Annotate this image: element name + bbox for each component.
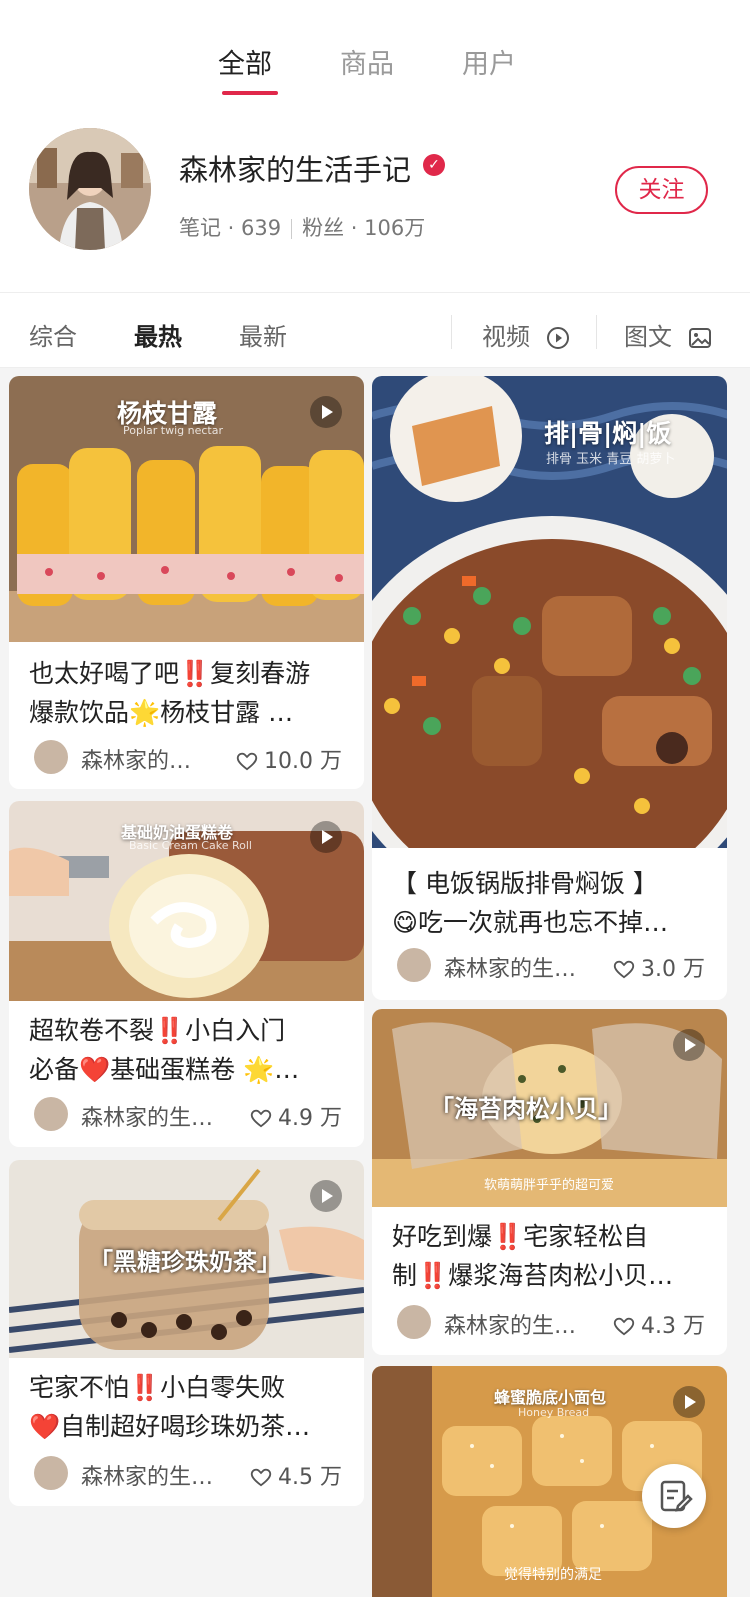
author-avatar[interactable] [397,948,431,982]
active-tab-indicator [222,91,278,95]
note-title-line: 宅家不怕‼️小白零失败 [29,1373,286,1402]
note-title-line: 制‼️爆浆海苔肉松小贝… [392,1261,674,1290]
author-avatar[interactable] [397,1305,431,1339]
note-title-line: 必备❤️基础蛋糕卷 🌟… [29,1055,300,1084]
like-count[interactable]: 3.0 万 [613,951,705,983]
filter-image-text-label: 图文 [624,323,672,351]
heart-icon [250,1109,272,1128]
note-title: 好吃到爆‼️宅家轻松自 制‼️爆浆海苔肉松小贝… [392,1217,711,1295]
filter-hot[interactable]: 最热 [134,317,182,352]
tab-all[interactable]: 全部 [205,42,285,81]
note-title-line: 好吃到爆‼️宅家轻松自 [392,1222,649,1251]
heart-icon [613,960,635,979]
filter-image-text[interactable]: 图文 [624,317,712,352]
note-title-line: 😋吃一次就再也忘不掉… [392,908,669,937]
video-play-icon [673,1029,705,1061]
cover-title: 排|骨|焖|饭 [544,419,672,448]
author-name[interactable]: 森林家的… [81,743,191,775]
note-title-line: 爆款饮品🌟杨枝甘露 … [29,698,294,727]
cover-subtitle: Honey Bread [518,1406,590,1419]
note-meta: 森林家的生… 4.3 万 [392,1305,711,1341]
cover-caption: 觉得特别的满足 [504,1567,602,1583]
note-card[interactable]: 基础奶油蛋糕卷 Basic Cream Cake Roll 超软卷不裂‼️小白入… [9,801,364,1147]
like-count[interactable]: 10.0 万 [236,743,342,775]
search-header: 全部 商品 用户 森林家的生活手记 ✓ 笔记 · 639 粉丝 · 106万 关注 [0,0,750,292]
like-count-value: 10.0 万 [264,749,342,774]
cover-subtitle: Basic Cream Cake Roll [129,839,252,852]
filter-divider [596,315,597,349]
user-avatar[interactable] [29,128,151,250]
note-title-line: 【 电饭锅版排骨焖饭 】 [392,869,658,898]
filter-divider [451,315,452,349]
image-icon [688,328,711,348]
video-play-icon [310,821,342,853]
heart-icon [236,752,258,771]
author-avatar[interactable] [34,1097,68,1131]
author-avatar[interactable] [34,1456,68,1490]
note-title-line: 超软卷不裂‼️小白入门 [29,1016,286,1045]
heart-icon [250,1468,272,1487]
verified-badge-icon: ✓ [423,154,445,176]
note-meta: 森林家的生… 4.9 万 [29,1097,348,1133]
notes-count: 笔记 · 639 [179,216,282,240]
video-play-icon [310,396,342,428]
fans-count: 粉丝 · 106万 [302,216,426,240]
cover-title: 蜂蜜脆底小面包 [494,1388,607,1407]
note-card[interactable]: 「黑糖珍珠奶茶」 宅家不怕‼️小白零失败 ❤️自制超好喝珍珠奶茶… 森林家的生…… [9,1160,364,1506]
note-meta: 森林家的生… 4.5 万 [29,1456,348,1492]
filter-latest[interactable]: 最新 [239,317,287,352]
note-title: 超软卷不裂‼️小白入门 必备❤️基础蛋糕卷 🌟… [29,1011,348,1089]
note-card[interactable]: 「海苔肉松小贝」 软萌萌胖乎乎的超可爱 好吃到爆‼️宅家轻松自 制‼️爆浆海苔肉… [372,1009,727,1355]
like-count[interactable]: 4.5 万 [250,1459,342,1491]
author-name[interactable]: 森林家的生… [81,1100,213,1132]
follow-button[interactable]: 关注 [615,166,708,214]
note-title: 宅家不怕‼️小白零失败 ❤️自制超好喝珍珠奶茶… [29,1368,348,1446]
stats-divider [291,219,293,239]
filter-video-label: 视频 [482,323,530,351]
note-meta: 森林家的生… 3.0 万 [392,948,711,984]
heart-icon [613,1317,635,1336]
like-count-value: 4.9 万 [278,1106,342,1131]
note-title: 也太好喝了吧‼️复刻春游 爆款饮品🌟杨枝甘露 … [29,654,348,732]
filter-overall[interactable]: 综合 [29,317,77,352]
video-play-icon [673,1386,705,1418]
tab-goods[interactable]: 商品 [327,42,407,81]
note-title-line: 也太好喝了吧‼️复刻春游 [29,659,311,688]
user-name[interactable]: 森林家的生活手记 [179,147,411,189]
like-count-value: 3.0 万 [641,957,705,982]
note-card[interactable]: 排|骨|焖|饭 排骨 玉米 青豆 胡萝卜 【 电饭锅版排骨焖饭 】 😋吃一次就再… [372,376,727,1000]
cover-subtitle: 软萌萌胖乎乎的超可爱 [484,1178,615,1193]
tab-users[interactable]: 用户 [449,42,529,81]
compose-note-button[interactable] [642,1464,706,1528]
like-count-value: 4.3 万 [641,1314,705,1339]
sort-filter-bar: 综合 最热 最新 视频 图文 [0,292,750,368]
cover-title: 「海苔肉松小贝」 [430,1095,622,1123]
cover-subtitle: 排骨 玉米 青豆 胡萝卜 [546,452,676,467]
cover-title: 「黑糖珍珠奶茶」 [89,1248,281,1276]
user-stats: 笔记 · 639 粉丝 · 106万 [179,212,425,242]
note-card[interactable]: 杨枝甘露 Poplar twig nectar 也太好喝了吧‼️复刻春游 爆款饮… [9,376,364,789]
author-name[interactable]: 森林家的生… [444,1308,576,1340]
like-count[interactable]: 4.9 万 [250,1100,342,1132]
note-title: 【 电饭锅版排骨焖饭 】 😋吃一次就再也忘不掉… [392,864,711,942]
edit-note-icon [660,1480,693,1512]
search-tabs: 全部 商品 用户 [0,42,750,98]
play-circle-icon [546,327,569,349]
like-count[interactable]: 4.3 万 [613,1308,705,1340]
filter-video[interactable]: 视频 [482,317,570,352]
video-play-icon [310,1180,342,1212]
like-count-value: 4.5 万 [278,1465,342,1490]
author-name[interactable]: 森林家的生… [81,1459,213,1491]
cover-subtitle: Poplar twig nectar [123,424,223,437]
author-name[interactable]: 森林家的生… [444,951,576,983]
author-avatar[interactable] [34,740,68,774]
note-title-line: ❤️自制超好喝珍珠奶茶… [29,1412,311,1441]
note-meta: 森林家的… 10.0 万 [29,740,348,776]
